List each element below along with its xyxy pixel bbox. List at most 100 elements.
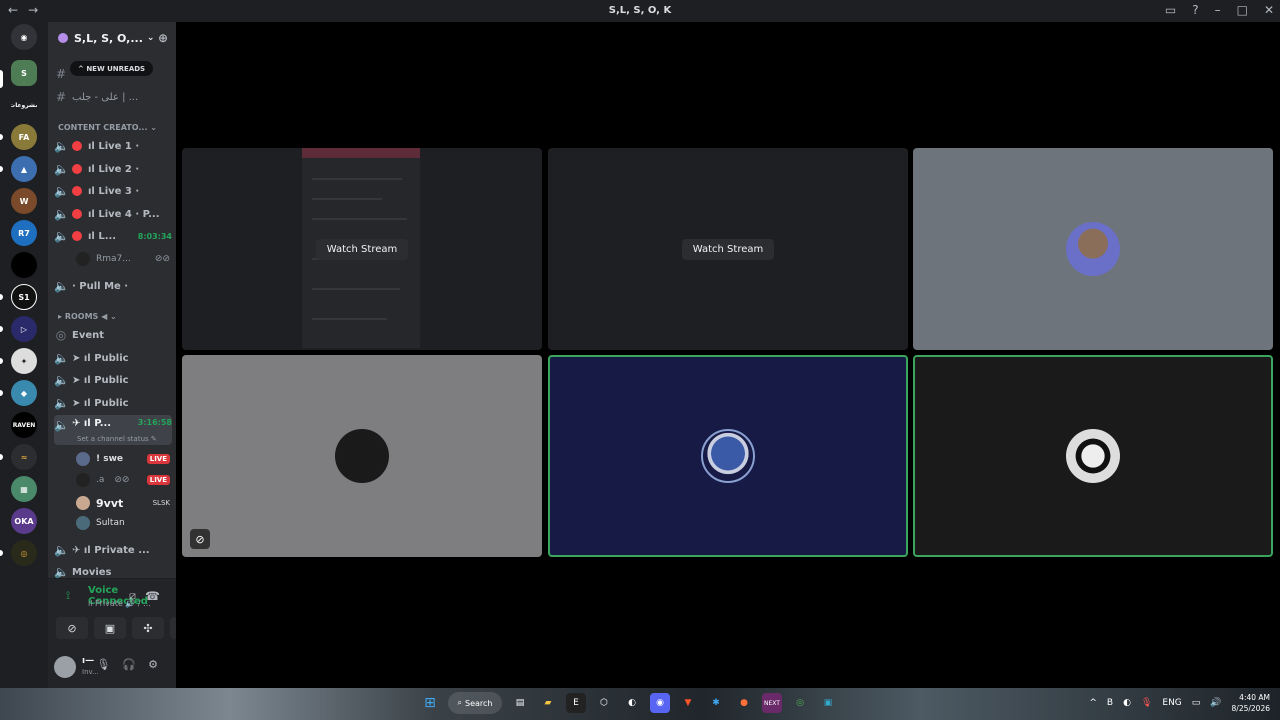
server-icon[interactable]: ▷ — [11, 316, 37, 342]
voice-member[interactable]: Rma7... ⊘⊘ — [76, 250, 170, 268]
screen-share-button[interactable]: ▣ — [94, 617, 126, 639]
channel-label: ✈ ıl P... — [72, 418, 112, 429]
file-explorer-icon[interactable]: ▰ — [538, 693, 558, 713]
voice-channel-live1[interactable]: 🔈 ıl Live 1 · — [54, 136, 172, 156]
server-icon[interactable]: ▦ — [11, 476, 37, 502]
task-view-icon[interactable]: ▤ — [510, 693, 530, 713]
channel-timer: 8:03:34 — [137, 231, 172, 241]
new-unreads-pill[interactable]: ^ NEW UNREADS — [70, 61, 154, 76]
category-rooms[interactable]: ▸ ROOMS ◀ ⌄+ — [58, 312, 117, 321]
voice-channel-public[interactable]: 🔈 ➤ ıl Public — [54, 393, 172, 413]
server-icon[interactable]: RAVEN — [11, 412, 37, 438]
headphones-icon[interactable]: 🎧 — [122, 658, 136, 671]
voice-member[interactable]: Sultan — [76, 514, 170, 532]
next-app-icon[interactable]: NEXT — [762, 693, 782, 713]
guild-boost-icon — [58, 33, 68, 43]
clock[interactable]: 4:40 AM 8/25/2026 — [1232, 692, 1270, 714]
close-button[interactable]: ✕ — [1264, 3, 1274, 17]
member-tag: SLSK — [152, 499, 170, 507]
watch-stream-button[interactable]: Watch Stream — [681, 238, 775, 260]
live-badge: LIVE — [146, 454, 170, 464]
server-icon[interactable]: R7 — [11, 220, 37, 246]
volume-icon[interactable]: 🔊 — [1210, 698, 1221, 708]
inbox-icon[interactable]: ▭ — [1165, 3, 1176, 17]
server-icon[interactable]: OKA — [11, 508, 37, 534]
server-icon[interactable]: S1 — [11, 284, 37, 310]
new-unreads-label: NEW UNREADS — [86, 64, 146, 73]
participant-tile[interactable] — [913, 148, 1273, 350]
voice-channel-private[interactable]: 🔈 ✈ ıl Private ... — [54, 540, 172, 560]
app-icon[interactable]: ▣ — [818, 693, 838, 713]
speaker-icon: 🔈 — [54, 565, 69, 579]
stream-tile[interactable]: Watch Stream — [182, 148, 542, 350]
network-icon[interactable]: ▭ — [1192, 698, 1201, 708]
server-icon[interactable]: W — [11, 188, 37, 214]
gear-icon[interactable]: ⚙ — [148, 658, 158, 671]
voice-channel-pullme[interactable]: 🔈 · Pull Me · — [54, 276, 172, 296]
server-icon[interactable]: S — [11, 60, 37, 86]
invite-people-icon[interactable]: ⊕ — [158, 31, 168, 45]
server-icon[interactable]: ✦ — [11, 348, 37, 374]
participant-tile[interactable]: ⊘ — [182, 355, 542, 557]
voice-member[interactable]: .a ⊘⊘ LIVE — [76, 471, 170, 489]
avatar[interactable] — [54, 656, 76, 678]
disconnect-icon[interactable]: ☎ — [145, 589, 160, 603]
voice-channel-live5[interactable]: 🔈 ıl L... 8:03:34 — [54, 226, 172, 246]
server-icon[interactable]: FA — [11, 124, 37, 150]
voice-channel-public[interactable]: 🔈 ➤ ıl Public — [54, 348, 172, 368]
stage-channel-event[interactable]: ◎ Event — [54, 325, 172, 345]
brave-icon[interactable]: ▼ — [678, 693, 698, 713]
app-icon[interactable]: ⬡ — [594, 693, 614, 713]
muted-icon: ⊘ — [190, 529, 210, 549]
chrome-icon[interactable]: ◎ — [790, 693, 810, 713]
channel-label: ✈ ıl Private ... — [72, 544, 150, 556]
server-icon[interactable]: ≈ — [11, 444, 37, 470]
server-icon[interactable]: مشروعات — [11, 92, 37, 118]
speaker-icon: 🔈 — [54, 351, 69, 365]
channel-text[interactable]: # على - جلب | ... — [54, 87, 172, 107]
chevron-up-icon[interactable]: ^ — [1089, 698, 1097, 708]
microphone-icon[interactable]: 🎙 — [1141, 698, 1152, 708]
language-indicator[interactable]: ENG — [1162, 698, 1181, 708]
steam-icon[interactable]: ◐ — [622, 693, 642, 713]
voice-channel-live4[interactable]: 🔈 ıl Live 4 · P... — [54, 204, 172, 224]
minimize-button[interactable]: – — [1215, 3, 1221, 17]
app-icon[interactable]: ✱ — [706, 693, 726, 713]
channel-status-hint[interactable]: Set a channel status ✎ — [77, 435, 157, 443]
firefox-icon[interactable]: ● — [734, 693, 754, 713]
voice-channel-live3[interactable]: 🔈 ıl Live 3 · — [54, 181, 172, 201]
discord-home-icon[interactable]: ◉ — [11, 24, 37, 50]
help-icon[interactable]: ? — [1192, 3, 1198, 17]
voice-member[interactable]: 9vvt SLSK — [76, 494, 170, 512]
category-content-creators[interactable]: CONTENT CREATO... ⌄+ — [58, 123, 157, 132]
server-icon[interactable] — [11, 252, 37, 278]
voice-member[interactable]: ! swe LIVE — [76, 450, 170, 468]
app-tray-icon[interactable]: ◐ — [1123, 698, 1131, 708]
epic-games-icon[interactable]: E — [566, 693, 586, 713]
participant-tile-speaking[interactable] — [548, 355, 908, 557]
channel-timer: 3:16:58 — [137, 418, 172, 427]
category-label: ROOMS ◀ — [64, 312, 108, 321]
voice-channel-live2[interactable]: 🔈 ıl Live 2 · — [54, 159, 172, 179]
server-icon[interactable]: ◆ — [11, 380, 37, 406]
voice-channel-public[interactable]: 🔈 ➤ ıl Public — [54, 370, 172, 390]
channel-label: · Pull Me · — [72, 280, 129, 292]
guild-header[interactable]: S,L, S, O,... ⌄ ⊕ — [48, 22, 176, 54]
watch-stream-button[interactable]: Watch Stream — [315, 238, 409, 260]
windows-start-icon[interactable]: ⊞ — [420, 693, 440, 713]
discord-icon[interactable]: ◉ — [650, 693, 670, 713]
avatar — [76, 252, 90, 266]
activities-button[interactable]: ✣ — [132, 617, 164, 639]
stream-tile[interactable]: Watch Stream — [548, 148, 908, 350]
taskbar-search[interactable]: ⌕ Search — [448, 692, 502, 714]
voice-channel-name[interactable]: ıl Private 🔊 / ... — [88, 599, 151, 608]
server-icon[interactable]: ◎ — [11, 540, 37, 566]
microphone-icon[interactable]: 🎙 — [96, 658, 110, 671]
participant-tile-speaking[interactable] — [913, 355, 1273, 557]
maximize-button[interactable]: □ — [1237, 3, 1248, 17]
server-icon[interactable]: ▲ — [11, 156, 37, 182]
bluetooth-icon[interactable]: B — [1107, 698, 1113, 708]
camera-off-button[interactable]: ⊘ — [56, 617, 88, 639]
noise-suppression-icon[interactable]: ⧄ — [129, 589, 136, 603]
clock-time: 4:40 AM — [1239, 693, 1270, 702]
